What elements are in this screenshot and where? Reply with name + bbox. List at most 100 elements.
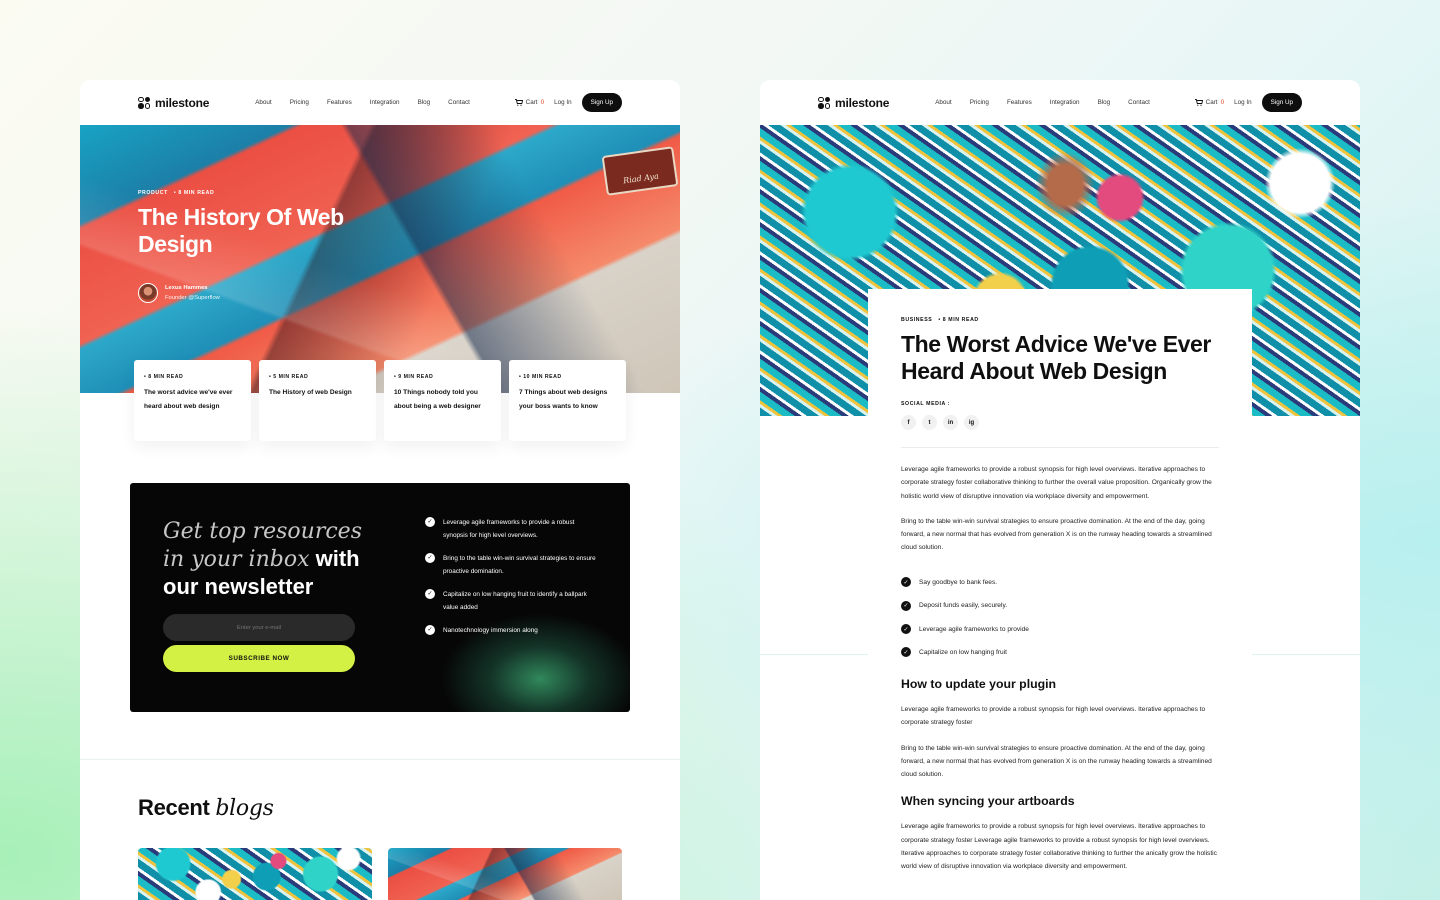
logo-icon xyxy=(818,96,830,109)
nav-actions: Cart 0 Log In Sign Up xyxy=(1194,93,1302,112)
article-paragraph: Bring to the table win-win survival stra… xyxy=(901,517,1212,552)
check-icon: ✓ xyxy=(901,647,911,658)
check-icon: ✓ xyxy=(425,517,435,527)
post-card[interactable]: • 8 MIN READ The worst advice we've ever… xyxy=(134,360,251,441)
recent-heading-italic: blogs xyxy=(215,796,274,821)
subscribe-button[interactable]: SUBSCRIBE NOW xyxy=(163,645,355,672)
social-label: SOCIAL MEDIA : xyxy=(901,401,951,407)
post-read-time: • 10 MIN READ xyxy=(519,374,562,380)
post-title[interactable]: 7 Things about web designs your boss wan… xyxy=(519,386,616,414)
article-category[interactable]: BUSINESS xyxy=(901,317,932,323)
nav-link-pricing[interactable]: Pricing xyxy=(970,99,989,106)
benefit-text: Capitalize on low hanging fruit to ident… xyxy=(443,591,587,611)
hero-title[interactable]: The History Of Web Design xyxy=(138,204,368,258)
bullet-text: Deposit funds easily, securely. xyxy=(919,602,1008,610)
login-link[interactable]: Log In xyxy=(1234,99,1252,106)
hero-meta: PRODUCT • 8 MIN READ xyxy=(138,190,368,196)
post-card[interactable]: • 9 MIN READ 10 Things nobody told you a… xyxy=(384,360,501,441)
nav-links: About Pricing Features Integration Blog … xyxy=(935,99,1150,106)
linkedin-icon[interactable]: in xyxy=(943,415,958,430)
article-card: milestone About Pricing Features Integra… xyxy=(760,80,1360,900)
author-name: Lexus Hammes xyxy=(165,285,208,291)
cart-label: Cart xyxy=(1205,99,1218,106)
cart-count: 0 xyxy=(1220,99,1225,106)
post-card[interactable]: • 10 MIN READ 7 Things about web designs… xyxy=(509,360,626,441)
article-body: BUSINESS • 8 MIN READ The Worst Advice W… xyxy=(868,289,1252,900)
section-divider xyxy=(80,759,680,760)
instagram-icon[interactable]: ig xyxy=(964,415,979,430)
cart-icon xyxy=(1194,99,1203,106)
bullet-text: Say goodbye to bank fees. xyxy=(919,578,998,586)
article-bullets: ✓ Say goodbye to bank fees. ✓ Deposit fund… xyxy=(901,571,1219,664)
article-paragraph: Leverage agile frameworks to provide a r… xyxy=(901,823,1217,871)
login-link[interactable]: Log In xyxy=(554,99,572,106)
twitter-icon[interactable]: t xyxy=(922,415,937,430)
newsletter-title: Get top resources in your inbox with our… xyxy=(163,517,373,600)
nav-link-features[interactable]: Features xyxy=(1007,99,1032,106)
nav-link-contact[interactable]: Contact xyxy=(448,99,470,106)
top-nav: milestone About Pricing Features Integra… xyxy=(760,80,1360,125)
benefit-item: ✓ Capitalize on low hanging fruit to iden… xyxy=(425,588,600,614)
email-field[interactable] xyxy=(163,614,355,641)
author-role: Founder @Superflow xyxy=(165,295,220,301)
bullet-text: Leverage agile frameworks to provide xyxy=(919,625,1029,633)
post-read-time: • 8 MIN READ xyxy=(144,374,184,380)
benefit-text: Bring to the table win-win survival stra… xyxy=(443,555,596,575)
brand-logo[interactable]: milestone xyxy=(818,96,889,110)
check-icon: ✓ xyxy=(901,624,911,635)
post-read-time: • 9 MIN READ xyxy=(394,374,434,380)
post-title[interactable]: The History of web Design xyxy=(269,386,366,400)
street-sign: Riad Aya xyxy=(601,146,679,196)
nav-link-contact[interactable]: Contact xyxy=(1128,99,1150,106)
brand-name: milestone xyxy=(155,95,210,110)
post-title[interactable]: 10 Things nobody told you about being a … xyxy=(394,386,491,414)
article-subheading: How to update your plugin xyxy=(901,676,1057,691)
featured-posts: • 8 MIN READ The worst advice we've ever… xyxy=(134,360,626,441)
nav-link-about[interactable]: About xyxy=(935,99,951,106)
post-title[interactable]: The worst advice we've ever heard about … xyxy=(144,386,241,414)
brand-name: milestone xyxy=(835,95,890,110)
article-paragraph: Leverage agile frameworks to provide a r… xyxy=(901,705,1206,727)
cart-link[interactable]: Cart 0 xyxy=(514,99,545,106)
article-read-time: • 8 MIN READ xyxy=(938,317,979,323)
article-rule xyxy=(901,447,1219,448)
check-icon: ✓ xyxy=(425,589,435,599)
cart-label: Cart xyxy=(525,99,538,106)
bullet-item: ✓ Capitalize on low hanging fruit xyxy=(901,641,1219,664)
hero-category[interactable]: PRODUCT xyxy=(138,190,168,196)
top-nav: milestone About Pricing Features Integra… xyxy=(80,80,680,125)
benefit-item: ✓ Bring to the table win-win survival str… xyxy=(425,552,600,578)
check-icon: ✓ xyxy=(901,577,911,588)
check-icon: ✓ xyxy=(901,600,911,611)
post-card[interactable]: • 5 MIN READ The History of web Design xyxy=(259,360,376,441)
blog-thumbnail[interactable] xyxy=(138,848,372,900)
nav-link-integration[interactable]: Integration xyxy=(1050,99,1080,106)
facebook-icon[interactable]: f xyxy=(901,415,916,430)
hero-text: PRODUCT • 8 MIN READ The History Of Web … xyxy=(138,190,368,303)
social-links: f t in ig xyxy=(901,415,1219,430)
signup-button[interactable]: Sign Up xyxy=(581,93,622,112)
nav-link-blog[interactable]: Blog xyxy=(1098,99,1111,106)
post-read-time: • 5 MIN READ xyxy=(269,374,309,380)
brand-logo[interactable]: milestone xyxy=(138,96,209,110)
cart-icon xyxy=(514,99,523,106)
logo-icon xyxy=(138,96,150,109)
nav-link-blog[interactable]: Blog xyxy=(418,99,431,106)
cart-count: 0 xyxy=(540,99,545,106)
benefit-item: ✓ Leverage agile frameworks to provide a … xyxy=(425,516,600,542)
nav-link-integration[interactable]: Integration xyxy=(370,99,400,106)
cart-link[interactable]: Cart 0 xyxy=(1194,99,1225,106)
check-icon: ✓ xyxy=(425,625,435,635)
blog-thumbnail[interactable] xyxy=(388,848,622,900)
hero-read-time: • 8 MIN READ xyxy=(173,190,215,196)
hero-image: Riad Aya PRODUCT • 8 MIN READ The Histor… xyxy=(80,125,680,393)
bullet-item: ✓ Deposit funds easily, securely. xyxy=(901,594,1219,617)
signup-button[interactable]: Sign Up xyxy=(1261,93,1302,112)
article-meta: BUSINESS • 8 MIN READ xyxy=(901,317,1219,323)
nav-link-about[interactable]: About xyxy=(255,99,271,106)
article-paragraph: Leverage agile frameworks to provide a r… xyxy=(901,466,1212,500)
benefit-text: Nanotechnology immersion along xyxy=(443,627,538,634)
author: Lexus Hammes Founder @Superflow xyxy=(138,283,368,303)
nav-link-pricing[interactable]: Pricing xyxy=(290,99,309,106)
nav-link-features[interactable]: Features xyxy=(327,99,352,106)
